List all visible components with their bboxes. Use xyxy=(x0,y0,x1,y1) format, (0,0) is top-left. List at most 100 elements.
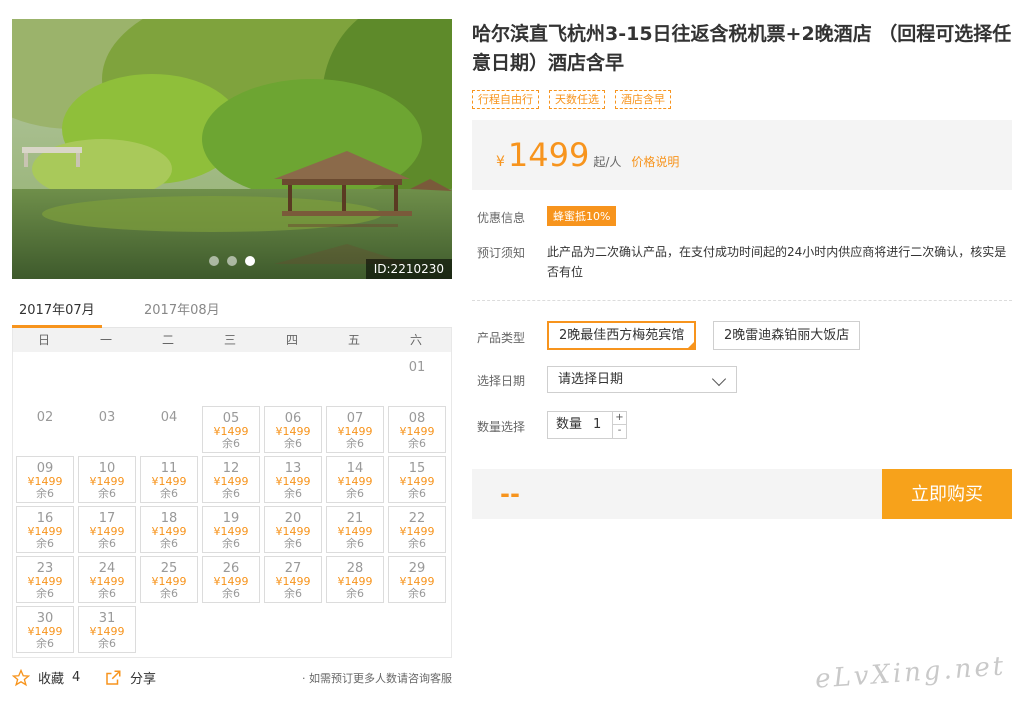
calendar-day-number: 07 xyxy=(346,411,364,426)
calendar-day-stock: 余6 xyxy=(408,437,426,450)
calendar-day-16[interactable]: 16 ¥1499 余6 xyxy=(13,506,75,556)
calendar-day-box: 03 xyxy=(78,406,136,453)
carousel-dot-1[interactable] xyxy=(209,256,219,266)
watermark: eLvXing.net xyxy=(814,651,1008,695)
product-option-radisson[interactable]: 2晚雷迪森铂丽大饭店 xyxy=(713,321,861,350)
calendar-day-stock: 余6 xyxy=(36,587,54,600)
calendar-day-05[interactable]: 05 ¥1499 余6 xyxy=(199,406,261,456)
calendar-day-29[interactable]: 29 ¥1499 余6 xyxy=(385,556,447,606)
calendar-day-10[interactable]: 10 ¥1499 余6 xyxy=(75,456,137,506)
calendar-day-21[interactable]: 21 ¥1499 余6 xyxy=(323,506,385,556)
calendar-day-number: 21 xyxy=(346,511,364,526)
product-option-meiyuan[interactable]: 2晚最佳西方梅苑宾馆 xyxy=(547,321,697,350)
calendar-day-18[interactable]: 18 ¥1499 余6 xyxy=(137,506,199,556)
calendar-blank-cell xyxy=(13,356,75,406)
calendar-day-24[interactable]: 24 ¥1499 余6 xyxy=(75,556,137,606)
calendar-day-14[interactable]: 14 ¥1499 余6 xyxy=(323,456,385,506)
calendar-day-31[interactable]: 31 ¥1499 余6 xyxy=(75,606,137,656)
calendar-day-box: 29 ¥1499 余6 xyxy=(388,556,446,603)
offers-label: 优惠信息 xyxy=(477,211,526,225)
weekday-fri: 五 xyxy=(347,333,360,347)
quantity-minus-button[interactable]: - xyxy=(612,425,626,438)
contact-note[interactable]: · 如需预订更多人数请咨询客服 xyxy=(302,670,452,686)
calendar-day-07[interactable]: 07 ¥1499 余6 xyxy=(323,406,385,456)
calendar-day-box: 09 ¥1499 余6 xyxy=(16,456,74,503)
calendar-day-stock: 余6 xyxy=(284,587,302,600)
calendar-day-number: 25 xyxy=(160,561,178,576)
calendar-day-stock: 余6 xyxy=(160,587,178,600)
carousel-dot-3[interactable] xyxy=(245,256,255,266)
buy-now-button[interactable]: 立即购买 xyxy=(882,469,1012,519)
calendar-day-box: 15 ¥1499 余6 xyxy=(388,456,446,503)
calendar-day-box: 31 ¥1499 余6 xyxy=(78,606,136,653)
calendar-day-box: 04 xyxy=(140,406,198,453)
calendar-day-30[interactable]: 30 ¥1499 余6 xyxy=(13,606,75,656)
calendar-day-box: 11 ¥1499 余6 xyxy=(140,456,198,503)
calendar-day-box: 08 ¥1499 余6 xyxy=(388,406,446,453)
share-button[interactable]: 分享 xyxy=(104,668,156,687)
calendar-blank-cell xyxy=(323,356,385,406)
calendar-day-stock: 余6 xyxy=(222,437,240,450)
calendar-day-20[interactable]: 20 ¥1499 余6 xyxy=(261,506,323,556)
month-tabs: 2017年07月 2017年08月 xyxy=(12,294,452,328)
calendar-day-box: 25 ¥1499 余6 xyxy=(140,556,198,603)
quantity-field-label: 数量 xyxy=(556,417,583,432)
quantity-plus-button[interactable]: + xyxy=(612,412,626,425)
date-dropdown[interactable]: 请选择日期 xyxy=(547,366,737,393)
price-amount: 1499 xyxy=(507,136,590,174)
quantity-stepper: 数量 1 + - xyxy=(547,411,627,439)
calendar-day-stock: 余6 xyxy=(408,537,426,550)
carousel-dot-2[interactable] xyxy=(227,256,237,266)
calendar-day-13[interactable]: 13 ¥1499 余6 xyxy=(261,456,323,506)
calendar-day-number: 01 xyxy=(408,360,426,375)
calendar-day-17[interactable]: 17 ¥1499 余6 xyxy=(75,506,137,556)
calendar-day-box: 05 ¥1499 余6 xyxy=(202,406,260,453)
total-price: -- xyxy=(500,480,520,508)
calendar-day-box: 13 ¥1499 余6 xyxy=(264,456,322,503)
calendar-day-26[interactable]: 26 ¥1499 余6 xyxy=(199,556,261,606)
calendar-day-stock: 余6 xyxy=(346,487,364,500)
calendar-day-box: 07 ¥1499 余6 xyxy=(326,406,384,453)
calendar-day-11[interactable]: 11 ¥1499 余6 xyxy=(137,456,199,506)
tab-2017-07[interactable]: 2017年07月 xyxy=(12,299,102,328)
calendar-day-box: 22 ¥1499 余6 xyxy=(388,506,446,553)
calendar-day-08[interactable]: 08 ¥1499 余6 xyxy=(385,406,447,456)
product-tags: 行程自由行 天数任选 酒店含早 xyxy=(472,90,671,109)
calendar-day-box: 26 ¥1499 余6 xyxy=(202,556,260,603)
calendar-day-stock: 余6 xyxy=(36,487,54,500)
tag-flexible-days: 天数任选 xyxy=(549,90,605,109)
calendar-day-box: 16 ¥1499 余6 xyxy=(16,506,74,553)
calendar-day-stock: 余6 xyxy=(36,537,54,550)
calendar-day-25[interactable]: 25 ¥1499 余6 xyxy=(137,556,199,606)
calendar-day-15[interactable]: 15 ¥1499 余6 xyxy=(385,456,447,506)
calendar-day-stock: 余6 xyxy=(346,437,364,450)
calendar-day-09[interactable]: 09 ¥1499 余6 xyxy=(13,456,75,506)
option-label: 2晚最佳西方梅苑宾馆 xyxy=(559,328,685,343)
weekday-tue: 二 xyxy=(161,333,174,347)
calendar-day-stock: 余6 xyxy=(98,487,116,500)
product-photo[interactable]: ID:2210230 xyxy=(12,19,452,279)
calendar-day-box: 18 ¥1499 余6 xyxy=(140,506,198,553)
calendar-day-12[interactable]: 12 ¥1499 余6 xyxy=(199,456,261,506)
calendar-day-06[interactable]: 06 ¥1499 余6 xyxy=(261,406,323,456)
calendar-day-box: 10 ¥1499 余6 xyxy=(78,456,136,503)
calendar-day-number: 22 xyxy=(408,511,426,526)
calendar-day-number: 09 xyxy=(36,461,54,476)
price-explain-link[interactable]: 价格说明 xyxy=(631,153,679,170)
calendar-day-box: 19 ¥1499 余6 xyxy=(202,506,260,553)
quantity-value[interactable]: 1 xyxy=(593,412,601,438)
calendar-day-27[interactable]: 27 ¥1499 余6 xyxy=(261,556,323,606)
booking-notice: 此产品为二次确认产品，在支付成功时间起的24小时内供应商将进行二次确认，核实是否… xyxy=(547,245,1007,279)
favorite-button[interactable]: 收藏 4 xyxy=(12,668,80,687)
calendar-day-23[interactable]: 23 ¥1499 余6 xyxy=(13,556,75,606)
calendar-day-number: 23 xyxy=(36,561,54,576)
calendar-day-28[interactable]: 28 ¥1499 余6 xyxy=(323,556,385,606)
tag-breakfast: 酒店含早 xyxy=(615,90,671,109)
tab-2017-08[interactable]: 2017年08月 xyxy=(144,299,220,328)
currency-symbol: ¥ xyxy=(496,154,505,170)
calendar-day-stock: 余6 xyxy=(408,587,426,600)
date-select-label: 选择日期 xyxy=(477,374,526,388)
calendar-day-19[interactable]: 19 ¥1499 余6 xyxy=(199,506,261,556)
calendar-blank-cell xyxy=(75,356,137,406)
calendar-day-22[interactable]: 22 ¥1499 余6 xyxy=(385,506,447,556)
